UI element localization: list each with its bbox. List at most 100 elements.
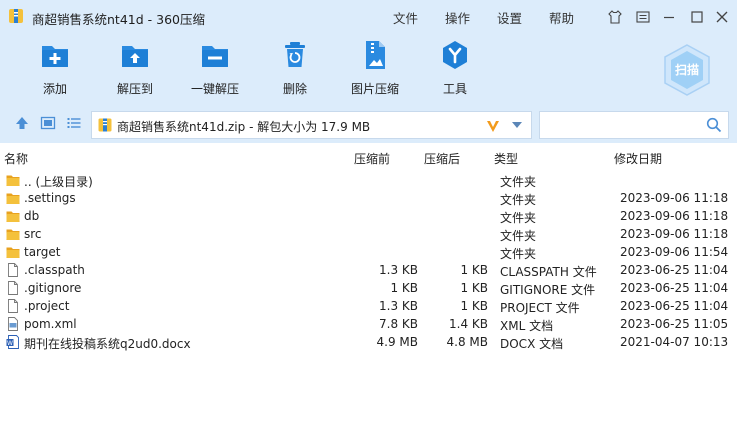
size-after: 1 KB (460, 281, 488, 295)
table-row[interactable]: .project 1.3 KB 1 KB PROJECT 文件 2023-06-25 1… (0, 297, 737, 315)
maximize-icon[interactable] (689, 9, 705, 25)
folder-icon (6, 247, 20, 258)
one-click-extract-icon (202, 46, 228, 67)
address-field[interactable]: 商超销售系统nt41d.zip - 解包大小为 17.9 MB (91, 111, 532, 139)
file-name: .project (24, 299, 70, 313)
size-before: 1.3 KB (379, 299, 418, 313)
search-icon[interactable] (706, 117, 722, 133)
svg-text:W: W (7, 340, 13, 347)
column-header-date[interactable]: 修改日期 (614, 150, 662, 167)
file-type: XML 文档 (500, 319, 554, 333)
table-row[interactable]: .. (上级目录) 文件夹 (0, 171, 737, 189)
table-row[interactable]: .settings 文件夹 2023-09-06 11:18 (0, 189, 737, 207)
file-type: GITIGNORE 文件 (500, 283, 596, 297)
extract-to-label: 解压到 (116, 82, 153, 96)
table-row[interactable]: src 文件夹 2023-09-06 11:18 (0, 225, 737, 243)
column-header-type[interactable]: 类型 (494, 150, 518, 167)
menu-file[interactable]: 文件 (393, 8, 418, 27)
file-type: 文件夹 (500, 229, 537, 243)
modified-date: 2023-09-06 11:18 (620, 227, 729, 241)
size-before: 1 KB (390, 281, 418, 295)
table-row[interactable]: pom.xml 7.8 KB 1.4 KB XML 文档 2023-06-25 11:0… (0, 315, 737, 333)
file-type: 文件夹 (500, 211, 537, 225)
thumbnail-view-icon[interactable] (40, 115, 56, 131)
title-bar: 商超销售系统nt41d - 360压缩 文件 操作 设置 帮助 (0, 0, 737, 33)
toolbar: 添加 解压到 一键解压 删除 图片压缩 工具 扫描 (0, 33, 737, 106)
modified-date: 2023-06-25 11:04 (620, 299, 729, 313)
image-compress-button[interactable]: 图片压缩 (340, 37, 410, 101)
scan-button[interactable]: 扫描 (662, 43, 712, 97)
file-icon (8, 263, 18, 277)
modified-date: 2023-09-06 11:18 (620, 191, 729, 205)
extract-to-icon (122, 46, 148, 67)
app-logo-icon (9, 9, 23, 23)
file-icon (8, 281, 18, 295)
up-arrow-icon[interactable] (14, 115, 30, 131)
folder-icon (6, 175, 20, 186)
delete-icon (285, 42, 305, 67)
modified-date: 2023-06-25 11:04 (620, 281, 729, 295)
extract-to-button[interactable]: 解压到 (100, 37, 170, 101)
file-name: pom.xml (24, 317, 77, 331)
table-row[interactable]: W 期刊在线投稿系统q2ud0.docx 4.9 MB 4.8 MB DOCX 文档 20… (0, 333, 737, 351)
tools-icon (443, 41, 467, 69)
delete-label: 删除 (282, 82, 307, 96)
table-row[interactable]: target 文件夹 2023-09-06 11:54 (0, 243, 737, 261)
table-row[interactable]: db 文件夹 2023-09-06 11:18 (0, 207, 737, 225)
menu-help[interactable]: 帮助 (549, 8, 574, 27)
one-click-extract-button[interactable]: 一键解压 (180, 37, 250, 101)
skin-icon[interactable] (607, 9, 623, 25)
file-name: db (24, 209, 40, 223)
file-name: 期刊在线投稿系统q2ud0.docx (24, 337, 191, 351)
file-list: 名称 压缩前 压缩后 类型 修改日期 .. (上级目录) 文件夹 .settings… (0, 143, 737, 443)
modified-date: 2023-06-25 11:05 (620, 317, 729, 331)
tools-button[interactable]: 工具 (420, 37, 490, 101)
zip-file-icon (98, 118, 112, 132)
size-before: 4.9 MB (376, 335, 418, 349)
file-type: 文件夹 (500, 175, 537, 189)
size-after: 1 KB (460, 299, 488, 313)
file-icon (8, 299, 18, 313)
column-header-name[interactable]: 名称 (4, 150, 28, 167)
add-button[interactable]: 添加 (20, 37, 90, 101)
address-bar: 商超销售系统nt41d.zip - 解包大小为 17.9 MB (0, 106, 737, 143)
minimize-icon[interactable] (661, 9, 677, 25)
size-after: 1.4 KB (449, 317, 488, 331)
close-icon[interactable] (714, 9, 730, 25)
modified-date: 2023-06-25 11:04 (620, 263, 729, 277)
add-label: 添加 (42, 82, 67, 96)
chevron-down-icon[interactable] (511, 120, 523, 130)
v-mark-icon[interactable] (485, 118, 501, 134)
list-view-icon[interactable] (66, 115, 82, 131)
modified-date: 2023-09-06 11:18 (620, 209, 729, 223)
column-header-after[interactable]: 压缩后 (424, 150, 460, 167)
table-row[interactable]: .gitignore 1 KB 1 KB GITIGNORE 文件 2023-06-25… (0, 279, 737, 297)
search-input[interactable] (539, 111, 729, 139)
column-header-before[interactable]: 压缩前 (354, 150, 390, 167)
menu-settings[interactable]: 设置 (497, 8, 522, 27)
feedback-icon[interactable] (635, 9, 651, 25)
one-click-extract-label: 一键解压 (190, 82, 239, 96)
size-after: 1 KB (460, 263, 488, 277)
file-name: src (24, 227, 42, 241)
table-row[interactable]: .classpath 1.3 KB 1 KB CLASSPATH 文件 2023-06-… (0, 261, 737, 279)
add-icon (42, 46, 68, 67)
address-path: 商超销售系统nt41d.zip - 解包大小为 17.9 MB (117, 120, 371, 134)
tools-label: 工具 (442, 82, 467, 96)
xml-file-icon (8, 317, 18, 331)
menu-operation[interactable]: 操作 (445, 8, 470, 27)
file-type: PROJECT 文件 (500, 301, 580, 315)
file-type: CLASSPATH 文件 (500, 265, 597, 279)
file-type: DOCX 文档 (500, 337, 564, 351)
word-doc-icon: W (6, 335, 19, 349)
folder-icon (6, 193, 20, 204)
size-before: 7.8 KB (379, 317, 418, 331)
modified-date: 2021-04-07 10:13 (620, 335, 729, 349)
image-compress-label: 图片压缩 (350, 82, 399, 96)
file-name: .classpath (24, 263, 85, 277)
file-name: .gitignore (24, 281, 82, 295)
scan-label: 扫描 (675, 62, 699, 77)
window-title: 商超销售系统nt41d - 360压缩 (32, 12, 205, 27)
delete-button[interactable]: 删除 (260, 37, 330, 101)
file-name: target (24, 245, 61, 259)
